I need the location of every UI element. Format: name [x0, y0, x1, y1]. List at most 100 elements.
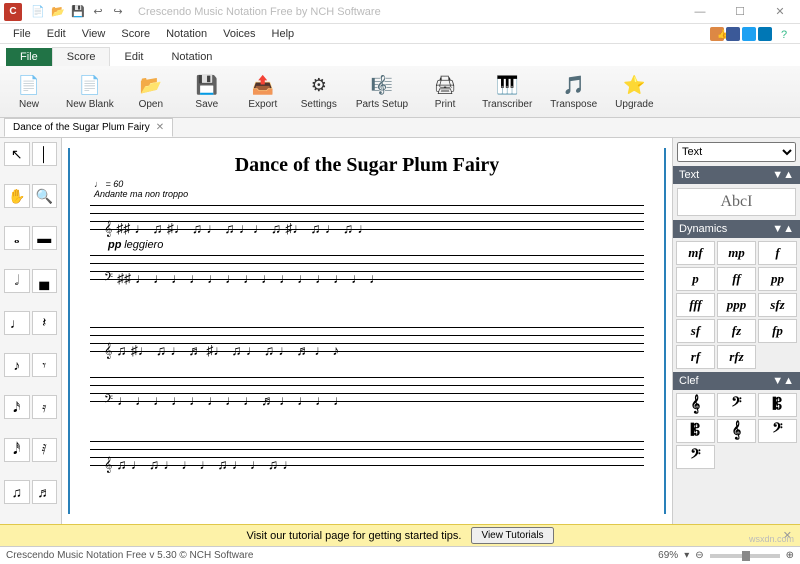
cursor-tool[interactable]: ↖: [4, 142, 30, 166]
ribbon-tab-edit[interactable]: Edit: [110, 48, 157, 66]
half-note-tool[interactable]: 𝅗𝅥: [4, 269, 30, 293]
bar-tool[interactable]: │: [32, 142, 58, 166]
linkedin-icon[interactable]: [758, 27, 772, 41]
clef-percussion[interactable]: 𝄢: [676, 445, 715, 469]
sixteenth-rest-tool[interactable]: 𝄿: [32, 395, 58, 419]
zoom-dropdown-icon[interactable]: ▾: [684, 550, 689, 561]
toolbar-transpose-button[interactable]: 🎵Transpose: [550, 70, 597, 113]
staff-3-treble[interactable]: 𝄞♫♩♫♩♩♩♫♩♩♫♩: [90, 441, 644, 487]
facebook-icon[interactable]: [726, 27, 740, 41]
clef-treble-8[interactable]: 𝄞: [717, 419, 756, 443]
zoom-in-button[interactable]: ⊕: [786, 550, 794, 561]
thirtysecond-rest-tool[interactable]: 𝅀: [32, 438, 58, 462]
dynamics-section-header[interactable]: Dynamics▼▲: [673, 220, 800, 238]
quarter-rest-tool[interactable]: 𝄽: [32, 311, 58, 335]
qat-undo-icon[interactable]: ↩: [90, 4, 106, 20]
hand-tool[interactable]: ✋: [4, 184, 30, 208]
menu-notation[interactable]: Notation: [159, 26, 214, 42]
text-section-header[interactable]: Text▼▲: [673, 166, 800, 184]
zoom-out-button[interactable]: ⊖: [695, 550, 703, 561]
menu-file[interactable]: File: [6, 26, 38, 42]
dynamic-rfz[interactable]: rfz: [717, 345, 756, 369]
zoom-value: 69%: [658, 550, 678, 561]
dynamic-sf[interactable]: sf: [676, 319, 715, 343]
toolbar-open-button[interactable]: 📂Open: [132, 70, 170, 113]
menu-edit[interactable]: Edit: [40, 26, 73, 42]
close-tab-icon[interactable]: ✕: [156, 122, 164, 133]
twitter-icon[interactable]: [742, 27, 756, 41]
score-canvas[interactable]: Dance of the Sugar Plum Fairy ♩ = 60Anda…: [62, 138, 672, 524]
menu-score[interactable]: Score: [114, 26, 157, 42]
toolbar: 📄New 📄New Blank 📂Open 💾Save 📤Export ⚙Set…: [0, 66, 800, 118]
dynamic-fp[interactable]: fp: [758, 319, 797, 343]
dynamic-f[interactable]: f: [758, 241, 797, 265]
dynamic-pp[interactable]: pp: [758, 267, 797, 291]
toolbar-print-button[interactable]: 🖨Print: [426, 70, 464, 113]
clef-tenor[interactable]: 𝄡: [676, 419, 715, 443]
clef-palette: 𝄞 𝄢 𝄡 𝄡 𝄞 𝄢 𝄢: [673, 390, 800, 472]
toolbar-new-blank-button[interactable]: 📄New Blank: [66, 70, 114, 113]
clef-section-header[interactable]: Clef▼▲: [673, 372, 800, 390]
dynamic-rf[interactable]: rf: [676, 345, 715, 369]
qat-redo-icon[interactable]: ↪: [110, 4, 126, 20]
dynamic-mp[interactable]: mp: [717, 241, 756, 265]
text-sample[interactable]: AbcI: [677, 188, 796, 216]
toolbar-export-button[interactable]: 📤Export: [244, 70, 282, 113]
staff-2-bass[interactable]: 𝄢♩♩♩♩♩♩♩♩♬♩♩♩♩: [90, 377, 644, 423]
maximize-button[interactable]: ☐: [720, 0, 760, 24]
toolbar-settings-button[interactable]: ⚙Settings: [300, 70, 338, 113]
right-dropdown[interactable]: Text: [677, 142, 796, 162]
sixteenth-note-tool[interactable]: 𝅘𝅥𝅯: [4, 395, 30, 419]
ribbon-tab-file[interactable]: File: [6, 48, 52, 66]
document-tab[interactable]: Dance of the Sugar Plum Fairy ✕: [4, 118, 173, 137]
new-blank-icon: 📄: [78, 73, 102, 97]
help-icon[interactable]: ?: [774, 27, 788, 41]
zoom-slider-thumb[interactable]: [742, 551, 750, 561]
ribbon-tab-score[interactable]: Score: [52, 47, 111, 66]
tempo-mark: ♩ = 60Andante ma non troppo: [94, 179, 188, 199]
dynamic-fff[interactable]: fff: [676, 293, 715, 317]
qat-open-icon[interactable]: 📂: [50, 4, 66, 20]
whole-note-tool[interactable]: 𝅝: [4, 226, 30, 250]
staff-1-bass[interactable]: 𝄢♯♯♩♩♩♩♩♩♩♩♩♩♩♩♩♩: [90, 255, 644, 301]
dynamic-mf[interactable]: mf: [676, 241, 715, 265]
toolbar-parts-button[interactable]: 🎼Parts Setup: [356, 70, 408, 113]
dynamic-sfz[interactable]: sfz: [758, 293, 797, 317]
whole-rest-tool[interactable]: ▬: [32, 226, 58, 250]
toolbar-new-button[interactable]: 📄New: [10, 70, 48, 113]
zoom-tool[interactable]: 🔍: [32, 184, 58, 208]
toolbar-upgrade-button[interactable]: ⭐Upgrade: [615, 70, 653, 113]
qat-new-icon[interactable]: 📄: [30, 4, 46, 20]
clef-treble[interactable]: 𝄞: [676, 393, 715, 417]
staff-2-treble[interactable]: 𝄞♫♯♩♫♩♬♯♩♫♩♫♩♬♩♪: [90, 327, 644, 373]
menu-view[interactable]: View: [75, 26, 113, 42]
dynamic-p[interactable]: p: [676, 267, 715, 291]
toolbar-save-button[interactable]: 💾Save: [188, 70, 226, 113]
dynamic-ppp[interactable]: ppp: [717, 293, 756, 317]
staff-1-treble[interactable]: ♩ = 60Andante ma non troppo 𝄞♯♯♩♫♯♩♫♩♫♩♩…: [90, 205, 644, 251]
clef-bass-8[interactable]: 𝄢: [758, 419, 797, 443]
beam-tool[interactable]: ♫: [4, 480, 30, 504]
dynamic-ff[interactable]: ff: [717, 267, 756, 291]
chord-tool[interactable]: ♬: [32, 480, 58, 504]
eighth-note-tool[interactable]: ♪: [4, 353, 30, 377]
ribbon-tab-notation[interactable]: Notation: [157, 48, 226, 66]
zoom-slider[interactable]: [710, 554, 780, 558]
minimize-button[interactable]: —: [680, 0, 720, 24]
dynamic-fz[interactable]: fz: [717, 319, 756, 343]
half-rest-tool[interactable]: ▄: [32, 269, 58, 293]
quarter-note-tool[interactable]: ♩: [4, 311, 30, 335]
eighth-rest-tool[interactable]: 𝄾: [32, 353, 58, 377]
left-tool-palette: ↖ │ ✋ 🔍 𝅝 ▬ 𝅗𝅥 ▄ ♩ 𝄽 ♪ 𝄾 𝅘𝅥𝅯 𝄿 𝅘𝅥𝅰 𝅀 ♫ ♬: [0, 138, 62, 524]
menu-help[interactable]: Help: [265, 26, 302, 42]
window-title: Crescendo Music Notation Free by NCH Sof…: [130, 6, 680, 18]
qat-save-icon[interactable]: 💾: [70, 4, 86, 20]
view-tutorials-button[interactable]: View Tutorials: [471, 527, 553, 544]
toolbar-transcriber-button[interactable]: 🎹Transcriber: [482, 70, 532, 113]
clef-alto[interactable]: 𝄡: [758, 393, 797, 417]
menu-voices[interactable]: Voices: [216, 26, 262, 42]
close-button[interactable]: ✕: [760, 0, 800, 24]
thirtysecond-note-tool[interactable]: 𝅘𝅥𝅰: [4, 438, 30, 462]
like-icon[interactable]: 👍: [710, 27, 724, 41]
clef-bass[interactable]: 𝄢: [717, 393, 756, 417]
